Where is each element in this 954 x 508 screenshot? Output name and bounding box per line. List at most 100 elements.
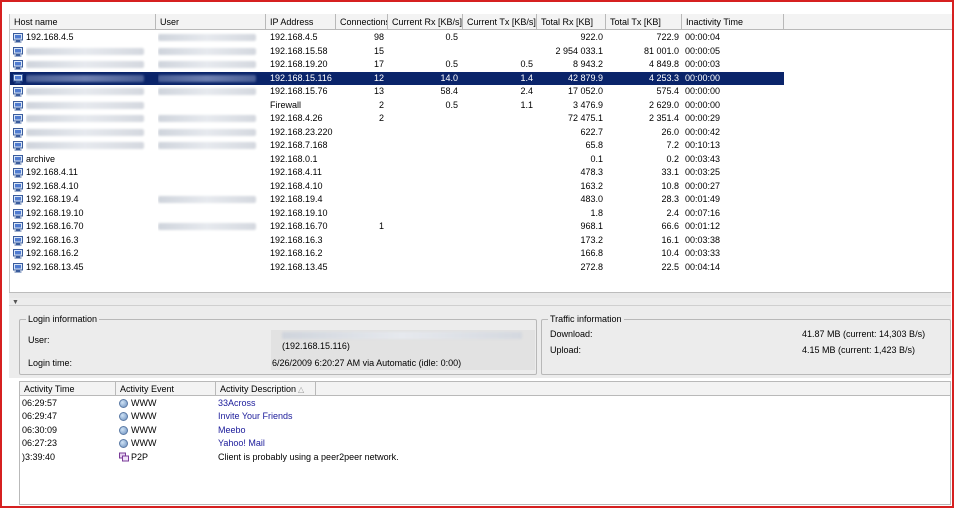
user-cell — [158, 126, 264, 140]
table-row[interactable]: Firewall 2 0.5 1.1 3 476.9 2 629.0 00:00:00 — [10, 99, 952, 113]
current-rx-cell: 58.4 — [440, 86, 458, 96]
col-activity-event[interactable]: Activity Event — [116, 382, 216, 396]
table-row[interactable]: 192.168.13.45 192.168.13.45 272.8 22.5 00:04… — [10, 261, 952, 275]
total-tx-cell: 81 001.0 — [643, 45, 679, 56]
current-tx-cell: 1.1 — [520, 99, 533, 110]
redacted-user-name — [158, 61, 256, 68]
table-row[interactable]: 192.168.4.11 192.168.4.11 478.3 33.1 00:03:2… — [10, 166, 952, 180]
col-host-name[interactable]: Host name — [10, 14, 156, 30]
col-activity-time[interactable]: Activity Time — [20, 382, 116, 396]
computer-icon — [13, 46, 23, 56]
current-tx-cell: 1.4 — [520, 72, 533, 83]
total-rx-cell: 173.2 — [580, 234, 603, 245]
table-row[interactable]: 192.168.15.116 12 14.0 1.4 42 879.9 4 253.3 00… — [10, 71, 952, 85]
host-table-body: 192.168.4.5 192.168.4.5 98 0.5 922.0 722.9 00:… — [10, 31, 952, 274]
host-name-cell: 192.168.16.70 — [26, 221, 84, 231]
inactivity-cell: 00:00:42 — [685, 126, 721, 137]
current-tx-cell — [463, 139, 533, 153]
details-panel: Login information User: (192.168.15.116)… — [9, 306, 951, 378]
total-tx-cell: 7.2 — [666, 140, 679, 150]
host-name-cell — [26, 112, 154, 126]
ip-cell: 192.168.16.70 — [270, 221, 328, 231]
activity-description-cell[interactable]: Yahoo! Mail — [218, 437, 618, 450]
table-row[interactable]: 192.168.16.2 192.168.16.2 166.8 10.4 00:03:3… — [10, 247, 952, 261]
table-row[interactable]: 192.168.4.10 192.168.4.10 163.2 10.8 00:00:2… — [10, 180, 952, 194]
collapse-arrow-icon[interactable]: ▼ — [12, 299, 19, 306]
activity-description-cell[interactable]: 33Across — [218, 397, 618, 410]
total-tx-cell: 4 253.3 — [648, 72, 679, 83]
list-item[interactable]: )3:39:40 P2P Client is probably using a pe… — [20, 451, 950, 464]
col-connections[interactable]: Connections — [336, 14, 388, 30]
current-tx-cell — [463, 126, 533, 140]
list-item[interactable]: 06:29:57 WWW 33Across — [20, 397, 950, 410]
connections-cell — [336, 193, 384, 207]
total-tx-cell: 2 351.4 — [648, 113, 679, 123]
host-name-cell: 192.168.4.11 — [26, 167, 78, 177]
table-row[interactable]: 192.168.7.168 65.8 7.2 00:10:13 — [10, 139, 952, 153]
table-row[interactable]: 192.168.16.3 192.168.16.3 173.2 16.1 00:03:3… — [10, 234, 952, 248]
pane-splitter[interactable]: ▼ — [9, 298, 951, 306]
table-row[interactable]: 192.168.4.26 2 72 475.1 2 351.4 00:00:29 — [10, 112, 952, 126]
table-row[interactable]: 192.168.19.4 192.168.19.4 483.0 28.3 00:01:4… — [10, 193, 952, 207]
redacted-user-name — [158, 128, 256, 136]
col-activity-description-label: Activity Description — [220, 384, 297, 394]
inactivity-cell: 00:04:14 — [685, 261, 721, 272]
computer-icon — [13, 208, 23, 218]
col-current-rx[interactable]: Current Rx [KB/s] — [388, 14, 463, 30]
activity-description-cell[interactable]: Meebo — [218, 424, 618, 437]
table-row[interactable]: 192.168.19.10 192.168.19.10 1.8 2.4 00:07:16 — [10, 207, 952, 221]
inactivity-cell: 00:03:38 — [685, 234, 721, 245]
list-item[interactable]: 06:27:23 WWW Yahoo! Mail — [20, 437, 950, 450]
login-time-value: 6/26/2009 6:20:27 AM via Automatic (idle… — [272, 358, 462, 368]
list-item[interactable]: 06:30:09 WWW Meebo — [20, 424, 950, 437]
current-rx-cell — [388, 220, 458, 234]
col-current-tx[interactable]: Current Tx [KB/s] — [463, 14, 537, 30]
col-total-rx[interactable]: Total Rx [KB] — [537, 14, 606, 30]
computer-icon — [13, 181, 23, 191]
table-row[interactable]: 192.168.15.58 15 2 954 033.1 81 001.0 00:00:… — [10, 45, 952, 59]
current-rx-cell: 0.5 — [445, 32, 458, 42]
col-inactivity-time[interactable]: Inactivity Time — [682, 14, 784, 30]
ip-cell: 192.168.16.3 — [270, 234, 323, 245]
redacted-user-name — [158, 196, 256, 203]
activity-description-cell[interactable]: Invite Your Friends — [218, 410, 618, 423]
host-name-cell: 192.168.13.45 — [26, 261, 84, 272]
table-row[interactable]: 192.168.16.70 192.168.16.70 1 968.1 66.6 00:0… — [10, 220, 952, 234]
table-row[interactable]: 192.168.19.20 17 0.5 0.5 8 943.2 4 849.8 00:00… — [10, 58, 952, 72]
host-name-cell: archive — [26, 153, 56, 164]
ip-cell: 192.168.23.220 — [270, 126, 333, 137]
user-cell — [158, 261, 264, 275]
activity-time-cell: 06:29:57 — [22, 398, 58, 408]
current-rx-cell: 0.5 — [445, 99, 458, 110]
total-rx-cell: 272.8 — [580, 261, 603, 272]
ip-cell: 192.168.0.1 — [270, 153, 318, 164]
traffic-info-legend: Traffic information — [548, 314, 624, 325]
connections-cell: 13 — [373, 86, 384, 96]
col-user[interactable]: User — [156, 14, 266, 30]
computer-icon — [13, 141, 23, 151]
total-rx-cell: 478.3 — [580, 167, 603, 177]
download-value: 41.87 MB (current: 14,303 B/s) — [802, 329, 926, 339]
total-rx-cell: 42 879.9 — [567, 72, 603, 83]
current-tx-cell — [463, 153, 533, 167]
list-item[interactable]: 06:29:47 WWW Invite Your Friends — [20, 410, 950, 423]
total-rx-cell: 65.8 — [585, 140, 603, 150]
total-tx-cell: 0.2 — [666, 153, 679, 164]
table-row[interactable]: archive 192.168.0.1 0.1 0.2 00:03:43 — [10, 153, 952, 167]
current-rx-cell — [388, 207, 458, 221]
computer-icon — [13, 100, 23, 110]
login-time-label: Login time: — [28, 358, 73, 368]
user-cell — [158, 180, 264, 194]
table-row[interactable]: 192.168.4.5 192.168.4.5 98 0.5 922.0 722.9 00:… — [10, 31, 952, 45]
table-row[interactable]: 192.168.15.76 13 58.4 2.4 17 052.0 575.4 00:00… — [10, 85, 952, 99]
inactivity-cell: 00:00:27 — [685, 180, 721, 191]
table-row[interactable]: 192.168.23.220 622.7 26.0 00:00:42 — [10, 126, 952, 140]
col-total-tx[interactable]: Total Tx [KB] — [606, 14, 682, 30]
redacted-host-name — [26, 47, 144, 55]
host-name-cell: 192.168.16.3 — [26, 234, 79, 245]
current-tx-cell — [463, 220, 533, 234]
col-activity-description[interactable]: Activity Description △ — [216, 382, 316, 396]
ip-cell: 192.168.19.4 — [270, 194, 323, 204]
total-rx-cell: 8 943.2 — [572, 59, 603, 69]
col-ip-address[interactable]: IP Address — [266, 14, 336, 30]
